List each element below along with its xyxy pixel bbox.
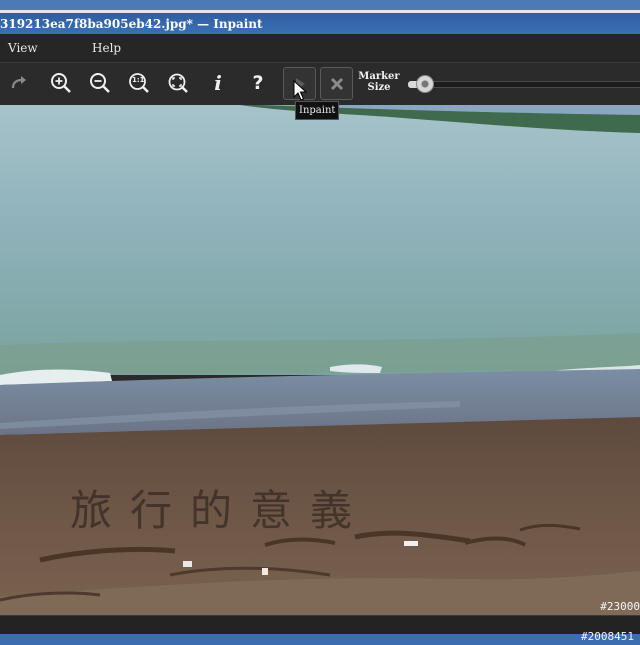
menu-help[interactable]: Help [92,40,121,56]
marker-size-slider-track[interactable] [408,81,640,88]
toolbar: 1:1 i ? Marker Size [0,63,640,105]
zoom-actual-size-button[interactable]: 1:1 [123,67,155,99]
bottom-window-strip [0,634,640,645]
title-bar-highlight [0,10,640,13]
status-bar [0,615,640,635]
marker-size-label-line-2: Size [367,82,391,93]
close-x-icon [330,77,343,90]
inpaint-tooltip: Inpaint [295,101,340,120]
marker-size-label-line-1: Marker [358,71,400,82]
menu-bar: View Help [0,34,640,63]
image-canvas[interactable]: 旅行的意義 #23000 [0,105,640,615]
marker-size-slider-thumb[interactable] [416,75,435,93]
redo-button[interactable] [3,67,35,99]
info-icon: i [214,71,222,95]
sand-writing: 旅行的意義 [70,486,370,535]
redo-arrow-icon [11,76,26,89]
menu-view[interactable]: View [8,40,38,56]
zoom-actual-label: 1:1 [132,76,145,84]
zoom-in-button[interactable] [45,67,77,99]
status-coordinate-readout: #2008451 [581,630,634,643]
zoom-out-icon [90,73,110,93]
zoom-out-button[interactable] [84,67,116,99]
beach-photo: 旅行的意義 [0,105,640,615]
zoom-in-icon [51,73,71,93]
marker-size-label: Marker Size [357,71,401,93]
title-bar: 319213ea7f8ba905eb42.jpg* — Inpaint [0,0,640,34]
canvas-coordinate-readout: #23000 [600,600,640,613]
window-title: 319213ea7f8ba905eb42.jpg* — Inpaint [0,17,263,31]
help-icon: ? [252,72,264,94]
zoom-fit-button[interactable] [162,67,194,99]
help-button[interactable]: ? [242,67,274,99]
info-button[interactable]: i [202,67,234,99]
mouse-cursor-icon [293,80,307,101]
cancel-button[interactable] [320,67,353,100]
zoom-fit-icon [168,73,188,93]
